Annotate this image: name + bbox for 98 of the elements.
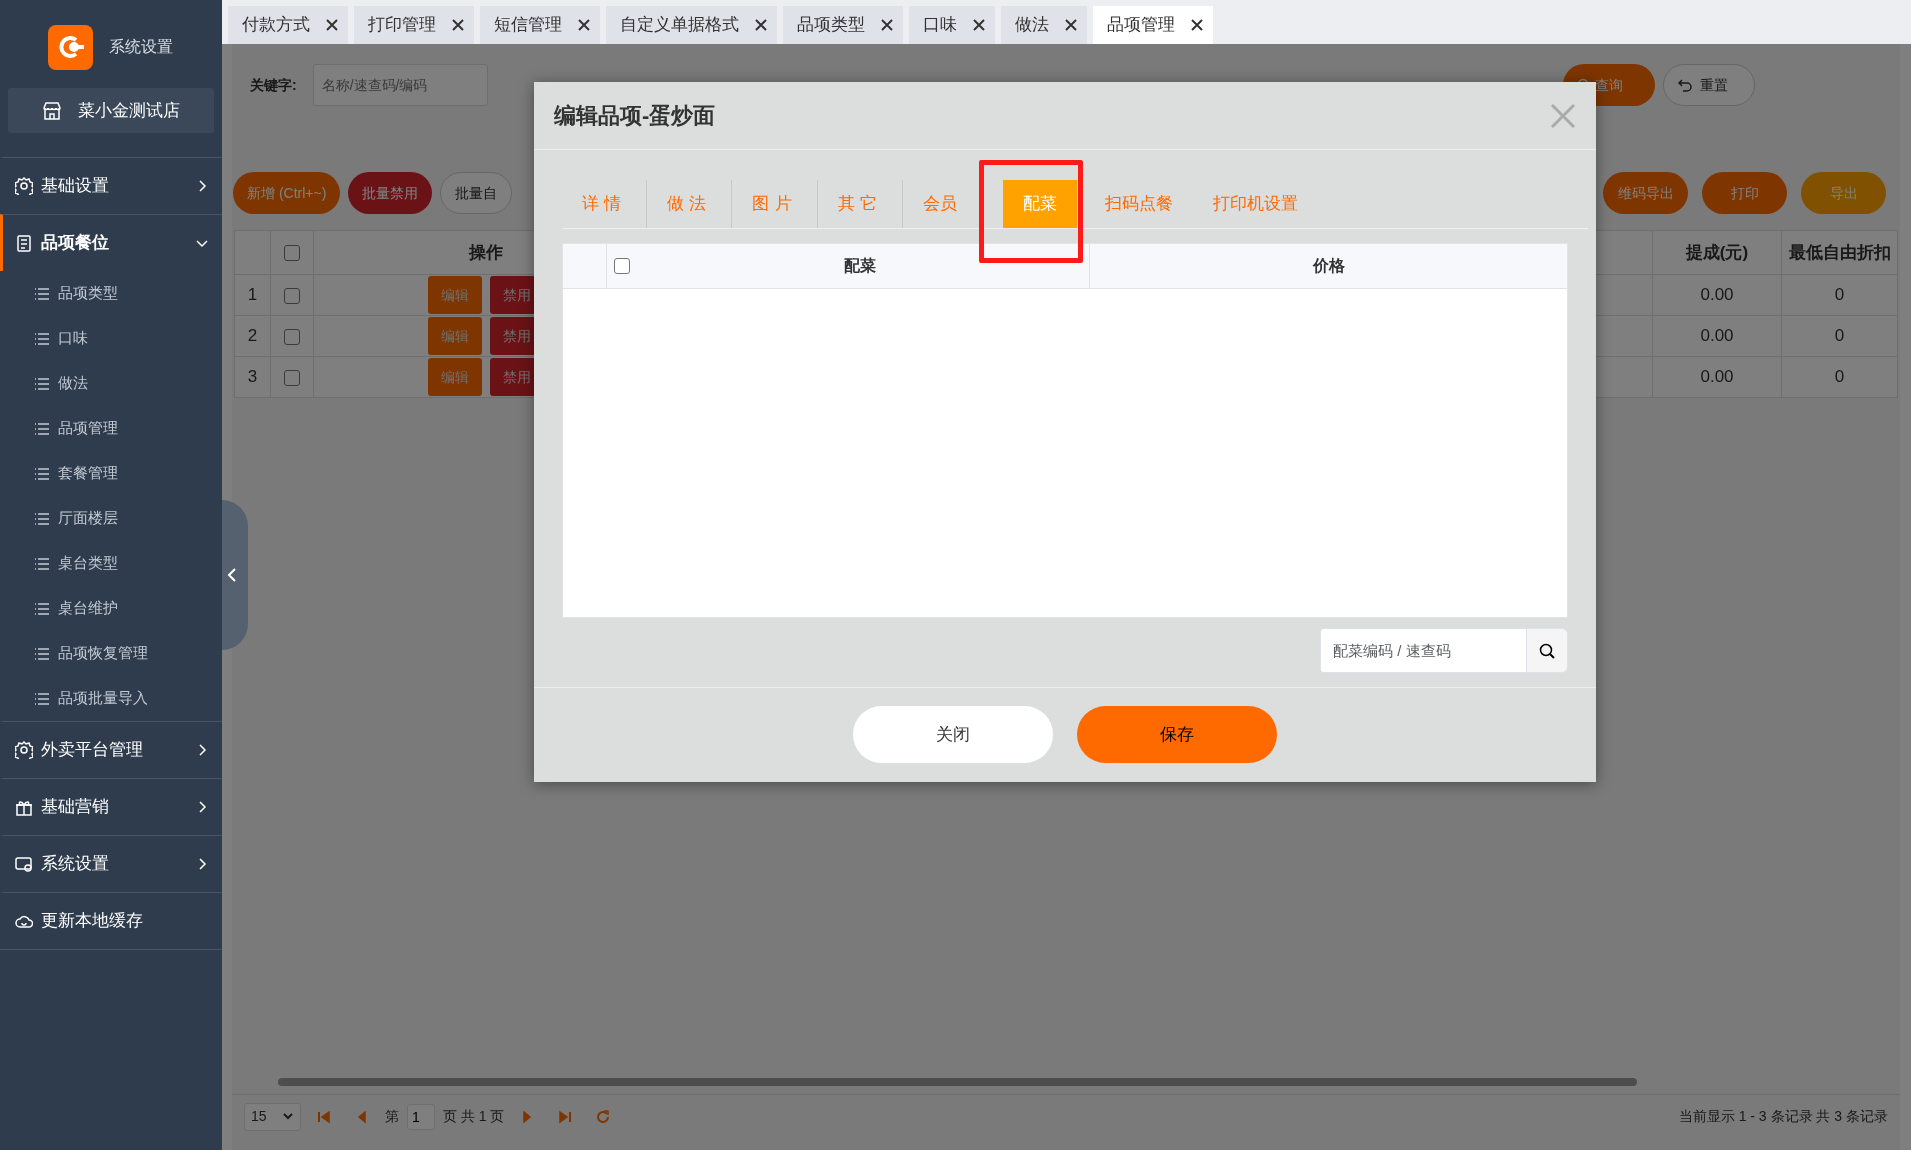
gear-icon bbox=[15, 177, 33, 195]
monitor-icon bbox=[15, 855, 33, 873]
checkbox[interactable] bbox=[284, 328, 300, 345]
undo-icon bbox=[1678, 78, 1692, 92]
submenu-item[interactable]: 桌台类型 bbox=[0, 541, 222, 586]
checkbox[interactable] bbox=[284, 287, 300, 304]
toolbar-button[interactable]: 批量自 bbox=[440, 172, 513, 214]
submenu-item[interactable]: 做法 bbox=[0, 361, 222, 406]
list-icon bbox=[34, 466, 50, 481]
close-icon[interactable] bbox=[755, 19, 767, 31]
submenu-item[interactable]: 品项管理 bbox=[0, 406, 222, 451]
column-header: 最低自由折扣 bbox=[1781, 230, 1898, 275]
document-icon bbox=[15, 234, 33, 252]
table-cell: 0.00 bbox=[1652, 356, 1782, 398]
menu-item[interactable]: 基础设置 bbox=[0, 157, 222, 214]
close-icon[interactable] bbox=[1065, 19, 1077, 31]
menu-item[interactable]: 品项餐位 bbox=[0, 214, 222, 271]
page-field[interactable]: 1 bbox=[407, 1103, 435, 1130]
store-button[interactable]: 菜小金测试店 bbox=[8, 88, 214, 133]
list-icon bbox=[34, 331, 50, 346]
chevron-icon bbox=[196, 180, 208, 192]
list-icon bbox=[34, 646, 50, 661]
submenu-item[interactable]: 品项批量导入 bbox=[0, 676, 222, 721]
close-icon[interactable] bbox=[973, 19, 985, 31]
submenu-item[interactable]: 桌台维护 bbox=[0, 586, 222, 631]
keyword-field[interactable]: 名称/速查码/编码 bbox=[312, 64, 488, 106]
page-size-select[interactable]: 15 bbox=[244, 1102, 301, 1131]
submenu-item[interactable]: 口味 bbox=[0, 316, 222, 361]
menu-item[interactable]: 外卖平台管理 bbox=[0, 721, 222, 778]
table-cell: 0.00 bbox=[1652, 315, 1782, 357]
tab[interactable]: 自定义单据格式 bbox=[606, 6, 777, 44]
list-icon bbox=[34, 601, 50, 616]
column-header: 配菜 bbox=[842, 256, 877, 276]
row-number: 1 bbox=[234, 274, 271, 316]
submenu-item[interactable]: 套餐管理 bbox=[0, 451, 222, 496]
list-icon bbox=[34, 691, 50, 706]
chevron-icon bbox=[196, 801, 208, 813]
chevron-icon bbox=[196, 858, 208, 870]
close-icon[interactable] bbox=[578, 19, 590, 31]
table-cell: 0 bbox=[1781, 356, 1898, 398]
tab[interactable]: 口味 bbox=[909, 6, 995, 44]
submenu-item[interactable]: 品项恢复管理 bbox=[0, 631, 222, 676]
tab[interactable]: 品项管理 bbox=[1093, 6, 1213, 44]
checkbox[interactable] bbox=[284, 245, 300, 262]
scrollbar[interactable] bbox=[278, 1078, 1637, 1086]
checkbox[interactable] bbox=[614, 258, 630, 274]
app-title: 系统设置 bbox=[109, 37, 173, 57]
table-cell: 0.00 bbox=[1652, 274, 1782, 316]
menu-item[interactable]: 更新本地缓存 bbox=[0, 892, 222, 949]
table-cell: 0 bbox=[1781, 274, 1898, 316]
record-summary: 当前显示 1 - 3 条记录 共 3 条记录 bbox=[1678, 1107, 1888, 1126]
dialog-button[interactable]: 保存 bbox=[1077, 706, 1277, 763]
gift-icon bbox=[15, 798, 33, 816]
chevron-left-icon bbox=[227, 568, 237, 582]
tab[interactable]: 品项类型 bbox=[783, 6, 903, 44]
search-button[interactable] bbox=[1526, 628, 1568, 673]
tab[interactable]: 付款方式 bbox=[228, 6, 348, 44]
column-header: 价格 bbox=[1312, 256, 1345, 276]
close-icon[interactable] bbox=[326, 19, 338, 31]
submenu-item[interactable]: 品项类型 bbox=[0, 271, 222, 316]
table-cell: 0 bbox=[1781, 315, 1898, 357]
submenu-item[interactable]: 厅面楼层 bbox=[0, 496, 222, 541]
logo bbox=[48, 24, 93, 70]
caret-icon bbox=[282, 1112, 293, 1121]
tab[interactable]: 做法 bbox=[1001, 6, 1087, 44]
field-label: 关键字: bbox=[250, 75, 297, 95]
gear-icon bbox=[15, 741, 33, 759]
page-count: 页 共 1 页 bbox=[443, 1107, 505, 1126]
list-icon bbox=[34, 511, 50, 526]
checkbox[interactable] bbox=[284, 369, 300, 386]
dialog-title: 编辑品项-蛋炒面 bbox=[554, 102, 716, 130]
list-icon bbox=[34, 286, 50, 301]
tab[interactable]: 打印管理 bbox=[354, 6, 474, 44]
refresh-icon[interactable] bbox=[596, 1109, 611, 1124]
reset-button[interactable]: 重置 bbox=[1663, 64, 1755, 106]
menu-item[interactable]: 系统设置 bbox=[0, 835, 222, 892]
collapse-handle[interactable] bbox=[222, 500, 248, 650]
close-icon[interactable] bbox=[452, 19, 464, 31]
chevron-icon bbox=[196, 237, 208, 249]
tab[interactable]: 短信管理 bbox=[480, 6, 600, 44]
menu-item[interactable]: 基础营销 bbox=[0, 778, 222, 835]
close-icon[interactable] bbox=[1191, 19, 1203, 31]
list-icon bbox=[34, 421, 50, 436]
row-number: 3 bbox=[234, 356, 271, 398]
previous-page-icon[interactable] bbox=[355, 1109, 369, 1124]
shop-icon bbox=[42, 100, 62, 121]
close-icon[interactable] bbox=[881, 19, 893, 31]
list-icon bbox=[34, 376, 50, 391]
search-field[interactable]: 配菜编码 / 速查码 bbox=[1320, 628, 1527, 673]
list-icon bbox=[34, 556, 50, 571]
chevron-icon bbox=[196, 744, 208, 756]
column-header: 提成(元) bbox=[1652, 230, 1782, 275]
last-page-icon[interactable] bbox=[558, 1109, 573, 1124]
first-page-icon[interactable] bbox=[317, 1109, 331, 1124]
dialog-button[interactable]: 关闭 bbox=[853, 706, 1053, 763]
page-label: 第 bbox=[385, 1107, 399, 1126]
row-number: 2 bbox=[234, 315, 271, 357]
store-name: 菜小金测试店 bbox=[78, 99, 180, 122]
